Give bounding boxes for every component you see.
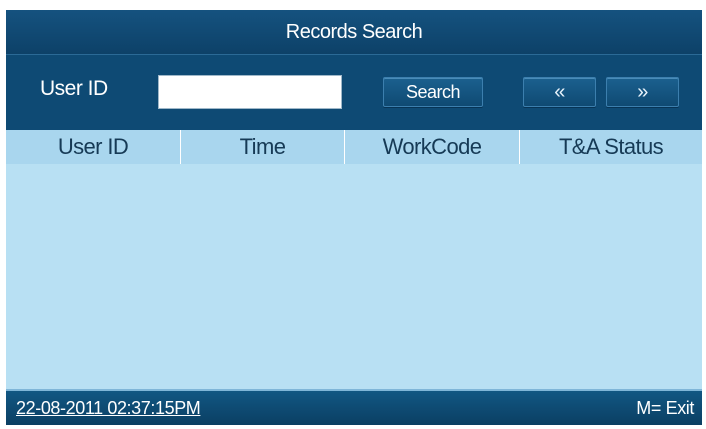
records-search-screen: Records Search User ID Search « » User I…: [6, 10, 702, 425]
records-table-body[interactable]: [6, 164, 702, 389]
previous-page-button[interactable]: «: [523, 77, 596, 107]
next-page-button[interactable]: »: [606, 77, 679, 107]
exit-hint: M= Exit: [636, 398, 694, 418]
user-id-label: User ID: [40, 77, 108, 100]
column-header-user-id: User ID: [57, 134, 129, 159]
search-bar: User ID Search « »: [6, 54, 702, 130]
chevron-right-icon: »: [637, 80, 648, 103]
column-header-workcode: WorkCode: [344, 130, 519, 164]
title-bar: Records Search: [6, 10, 702, 54]
page-title: Records Search: [285, 20, 423, 43]
column-header-ta-status: T&A Status: [519, 130, 702, 164]
search-button-label: Search: [405, 81, 461, 102]
status-bar: 22-08-2011 02:37:15PM M= Exit: [6, 389, 702, 425]
column-header-time: Time: [180, 130, 344, 164]
search-button[interactable]: Search: [383, 77, 483, 107]
table-header: User ID Time WorkCode T&A Status: [6, 130, 702, 164]
chevron-left-icon: «: [554, 80, 565, 103]
user-id-input[interactable]: [158, 75, 342, 109]
datetime-display: 22-08-2011 02:37:15PM: [16, 398, 201, 418]
